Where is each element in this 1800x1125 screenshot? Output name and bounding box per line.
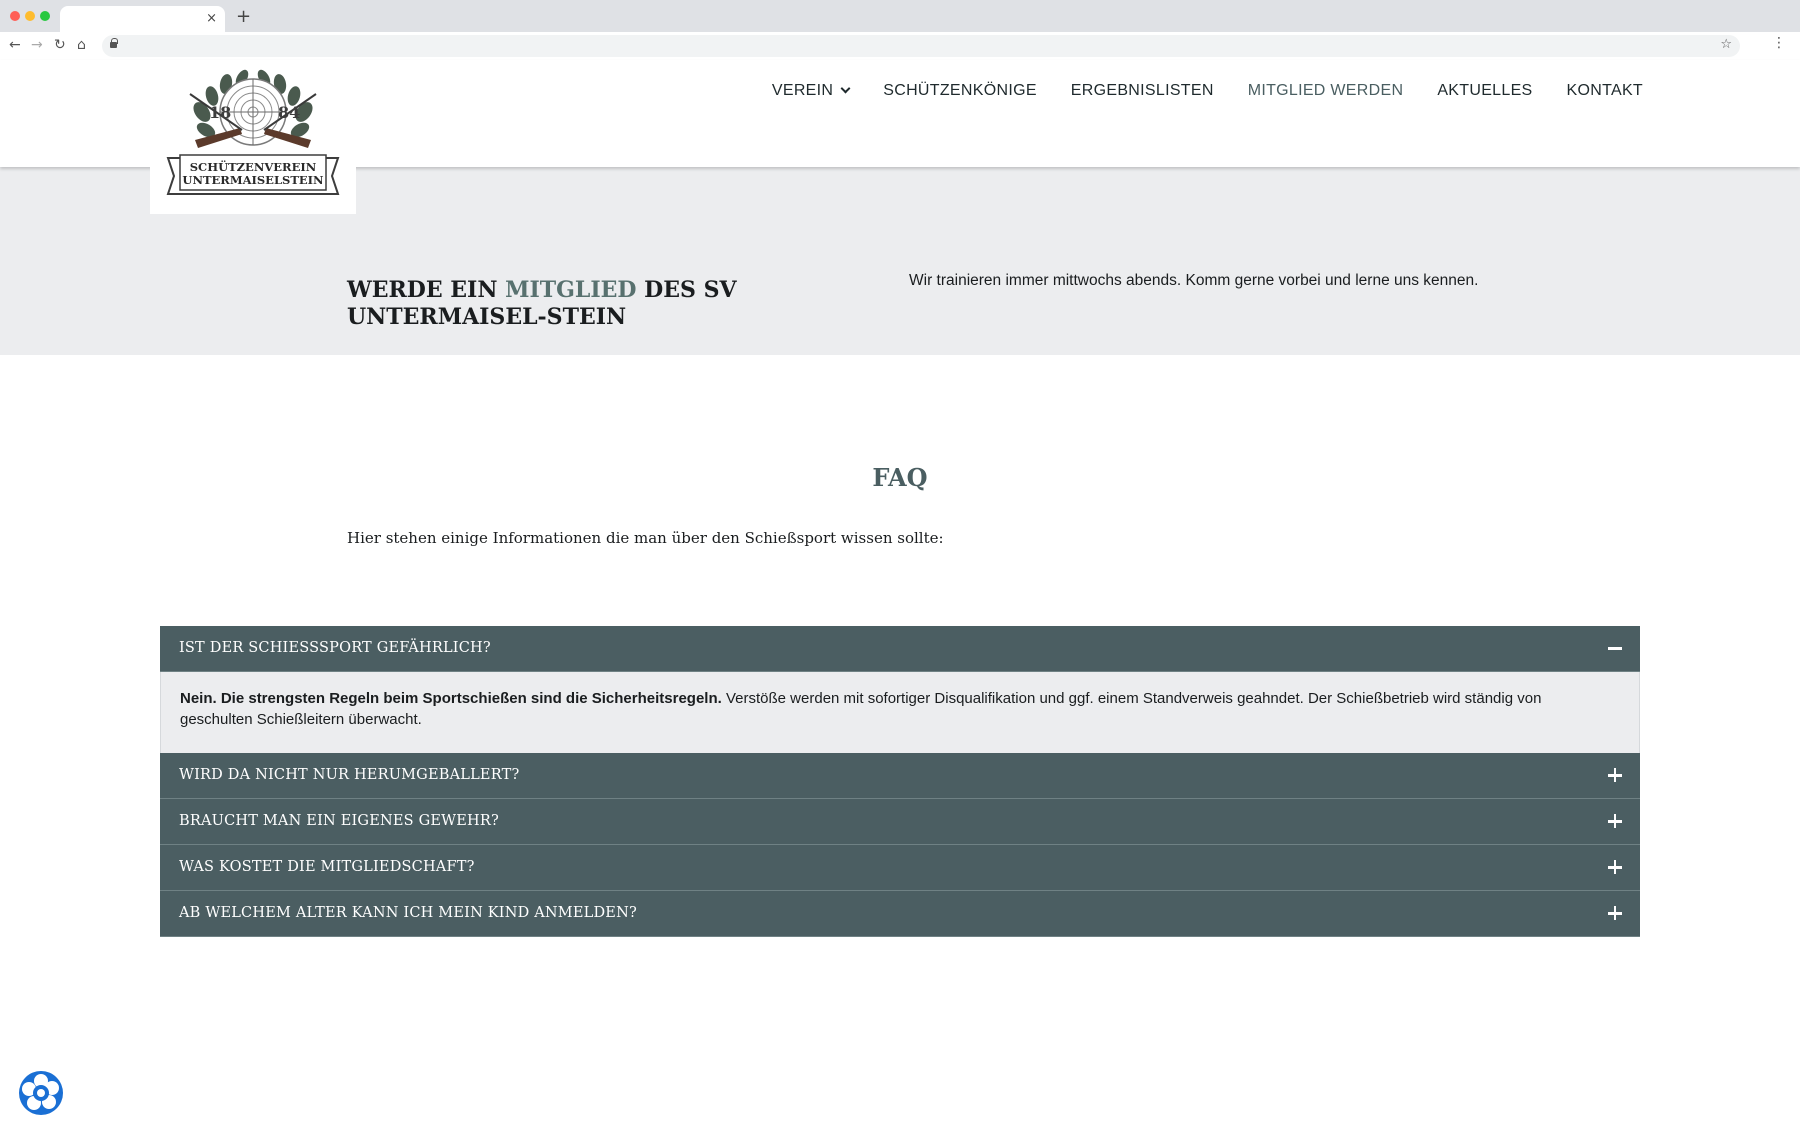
chevron-down-icon — [840, 83, 851, 94]
browser-tab[interactable]: × — [60, 6, 225, 32]
nav-item-label: VEREIN — [771, 82, 834, 99]
faq-item: Braucht man ein eigenes Gewehr? — [160, 799, 1640, 845]
close-tab-icon[interactable]: × — [206, 10, 217, 28]
faq-item: Ab welchem Alter kann ich mein Kind anme… — [160, 891, 1640, 937]
faq-intro: Hier stehen einige Informationen die man… — [347, 529, 944, 547]
faq-answer-bold: Nein. Die strengsten Regeln beim Sportsc… — [180, 690, 722, 707]
faq-question-header[interactable]: Ist der Schießsport gefährlich? — [160, 626, 1640, 672]
plus-icon[interactable] — [1608, 906, 1622, 920]
minus-icon[interactable] — [1608, 641, 1622, 655]
browser-toolbar: ← → ↻ ⌂ ☆ ⋮ — [0, 32, 1800, 60]
forward-icon[interactable]: → — [31, 35, 43, 55]
maximize-window-button[interactable] — [40, 11, 50, 21]
faq-accordion: Ist der Schießsport gefährlich? Nein. Di… — [160, 626, 1640, 937]
faq-item: Was kostet die Mitgliedschaft? — [160, 845, 1640, 891]
faq-question: Braucht man ein eigenes Gewehr? — [179, 813, 499, 829]
nav-item-schuetzenkoenige[interactable]: SCHÜTZENKÖNIGE — [883, 82, 1037, 100]
logo-year-right: 84 — [278, 103, 300, 122]
faq-item: Wird da nicht nur herumgeballert? — [160, 753, 1640, 799]
logo-line-2: UNTERMAISELSTEIN — [182, 173, 324, 187]
back-icon[interactable]: ← — [9, 35, 21, 55]
nav-item-label: AKTUELLES — [1437, 82, 1533, 99]
plus-icon[interactable] — [1608, 814, 1622, 828]
faq-question: Ist der Schießsport gefährlich? — [179, 640, 491, 656]
page-title: Werde ein Mitglied des SV Untermaisel-st… — [347, 277, 867, 331]
faq-answer: Nein. Die strengsten Regeln beim Sportsc… — [160, 672, 1640, 753]
logo-emblem-icon: 18 84 SCHÜTZENVEREIN UNTERMAISELSTEIN — [166, 69, 340, 195]
faq-question: Wird da nicht nur herumgeballert? — [179, 767, 520, 783]
faq-question-header[interactable]: Was kostet die Mitgliedschaft? — [160, 845, 1640, 891]
nav-item-mitglied-werden[interactable]: MITGLIED WERDEN — [1248, 82, 1404, 100]
cookie-settings-icon[interactable] — [18, 1070, 64, 1116]
site-logo[interactable]: 18 84 SCHÜTZENVEREIN UNTERMAISELSTEIN — [150, 60, 356, 214]
page-title-part-1: Werde ein — [347, 277, 506, 303]
plus-icon[interactable] — [1608, 768, 1622, 782]
home-icon[interactable]: ⌂ — [77, 35, 86, 55]
faq-question: Was kostet die Mitgliedschaft? — [179, 859, 475, 875]
bookmark-star-icon[interactable]: ☆ — [1720, 37, 1732, 52]
faq-question: Ab welchem Alter kann ich mein Kind anme… — [179, 905, 637, 921]
reload-icon[interactable]: ↻ — [54, 35, 66, 55]
main-navigation: VEREIN SCHÜTZENKÖNIGE ERGEBNISLISTEN MIT… — [772, 60, 1643, 122]
nav-item-aktuelles[interactable]: AKTUELLES — [1437, 82, 1532, 100]
hero-description: Wir trainieren immer mittwochs abends. K… — [909, 272, 1479, 289]
nav-item-label: MITGLIED WERDEN — [1247, 82, 1404, 99]
faq-question-header[interactable]: Wird da nicht nur herumgeballert? — [160, 753, 1640, 799]
browser-tab-bar: × + — [0, 0, 1800, 32]
close-window-button[interactable] — [10, 11, 20, 21]
nav-item-ergebnislisten[interactable]: ERGEBNISLISTEN — [1071, 82, 1214, 100]
faq-item: Ist der Schießsport gefährlich? Nein. Di… — [160, 626, 1640, 753]
nav-item-kontakt[interactable]: KONTAKT — [1567, 82, 1643, 100]
new-tab-button[interactable]: + — [236, 6, 251, 27]
nav-item-label: KONTAKT — [1566, 82, 1643, 99]
faq-heading: FAQ — [872, 463, 928, 492]
logo-line-1: SCHÜTZENVEREIN — [190, 160, 317, 174]
nav-item-label: SCHÜTZENKÖNIGE — [883, 82, 1037, 99]
minimize-window-button[interactable] — [25, 11, 35, 21]
faq-question-header[interactable]: Braucht man ein eigenes Gewehr? — [160, 799, 1640, 845]
browser-window: × + ← → ↻ ⌂ ☆ ⋮ 18 84 SCHÜTZENVEREIN UNT… — [0, 0, 1800, 1125]
faq-question-header[interactable]: Ab welchem Alter kann ich mein Kind anme… — [160, 891, 1640, 937]
page-title-accent: Mitglied — [505, 277, 637, 303]
lock-icon — [110, 38, 118, 50]
nav-item-verein[interactable]: VEREIN — [771, 82, 851, 100]
address-bar[interactable]: ☆ — [102, 35, 1740, 57]
logo-year-left: 18 — [209, 103, 231, 122]
browser-menu-icon[interactable]: ⋮ — [1772, 35, 1786, 51]
plus-icon[interactable] — [1608, 860, 1622, 874]
nav-item-label: ERGEBNISLISTEN — [1070, 82, 1214, 99]
